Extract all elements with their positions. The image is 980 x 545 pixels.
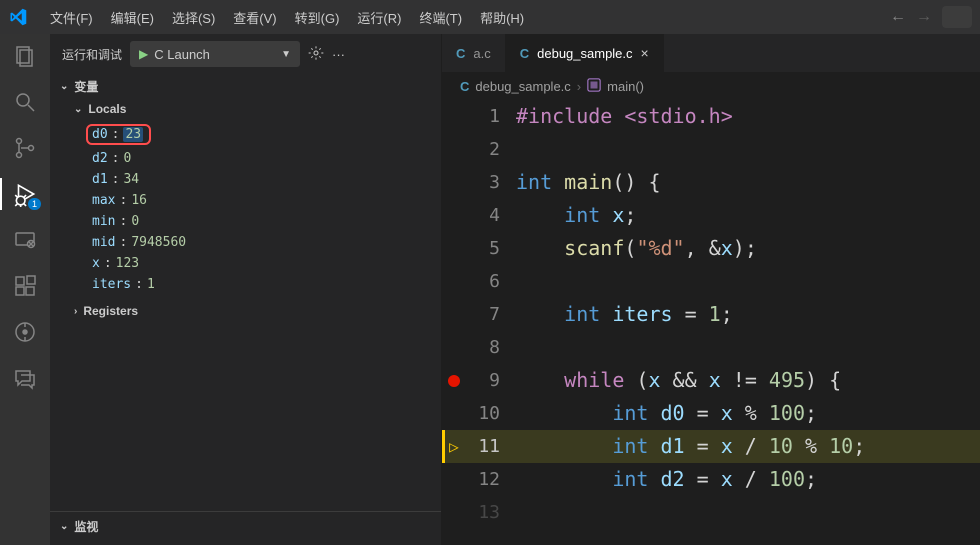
extensions-icon[interactable] bbox=[11, 272, 39, 300]
more-icon[interactable]: ··· bbox=[332, 47, 345, 62]
variables-label: 变量 bbox=[74, 78, 98, 95]
registers-label: Registers bbox=[83, 304, 138, 318]
variable-row[interactable]: max: 16 bbox=[50, 190, 441, 211]
menu-select[interactable]: 选择(S) bbox=[164, 4, 223, 31]
nav-back-icon[interactable]: ← bbox=[890, 8, 906, 26]
locals-list: d0: 23d2: 0d1: 34max: 16min: 0mid: 79485… bbox=[50, 119, 441, 301]
variables-section[interactable]: ⌄ 变量 bbox=[50, 74, 441, 99]
close-icon[interactable]: × bbox=[641, 45, 649, 61]
breadcrumb-file: debug_sample.c bbox=[475, 79, 570, 94]
variable-row[interactable]: iters: 1 bbox=[50, 274, 441, 295]
current-line-icon: ▷ bbox=[449, 430, 459, 463]
chevron-down-icon: ⌄ bbox=[74, 104, 82, 115]
variable-row[interactable]: d2: 0 bbox=[50, 148, 441, 169]
variable-row[interactable]: d0: 23 bbox=[50, 121, 441, 148]
locals-section[interactable]: ⌄ Locals bbox=[50, 99, 441, 119]
tab-label: debug_sample.c bbox=[537, 46, 632, 61]
breadcrumb[interactable]: C debug_sample.c › main() bbox=[442, 72, 980, 100]
menu-help[interactable]: 帮助(H) bbox=[472, 4, 532, 31]
menu-terminal[interactable]: 终端(T) bbox=[411, 4, 470, 31]
variable-row[interactable]: min: 0 bbox=[50, 211, 441, 232]
breadcrumb-func: main() bbox=[607, 79, 644, 94]
menu-run[interactable]: 运行(R) bbox=[349, 4, 409, 31]
menu-file[interactable]: 文件(F) bbox=[42, 4, 101, 31]
command-center-input[interactable] bbox=[942, 6, 972, 28]
gear-icon[interactable] bbox=[308, 45, 324, 64]
chevron-down-icon: ⌄ bbox=[60, 521, 68, 532]
remote-icon[interactable] bbox=[11, 226, 39, 254]
sidebar-title: 运行和调试 bbox=[62, 46, 122, 63]
chevron-down-icon: ⌄ bbox=[60, 81, 68, 92]
editor-area: C a.c C debug_sample.c × C debug_sample.… bbox=[442, 34, 980, 545]
launch-config-select[interactable]: ▶ C Launch ▼ bbox=[130, 41, 300, 67]
search-icon[interactable] bbox=[11, 88, 39, 116]
comments-icon[interactable] bbox=[11, 364, 39, 392]
c-file-icon: C bbox=[460, 79, 469, 94]
source-control-icon[interactable] bbox=[11, 134, 39, 162]
variable-row[interactable]: mid: 7948560 bbox=[50, 232, 441, 253]
menu-view[interactable]: 查看(V) bbox=[225, 4, 284, 31]
tab-debug-sample[interactable]: C debug_sample.c × bbox=[506, 34, 664, 72]
run-debug-icon[interactable]: 1 bbox=[11, 180, 39, 208]
menu-goto[interactable]: 转到(G) bbox=[287, 4, 348, 31]
tab-a-c[interactable]: C a.c bbox=[442, 34, 506, 72]
vscode-logo-icon bbox=[8, 8, 28, 26]
chevron-down-icon: ▼ bbox=[281, 49, 291, 60]
variable-row[interactable]: d1: 34 bbox=[50, 169, 441, 190]
function-icon bbox=[587, 78, 601, 95]
title-bar: 文件(F) 编辑(E) 选择(S) 查看(V) 转到(G) 运行(R) 终端(T… bbox=[0, 0, 980, 34]
menu-bar: 文件(F) 编辑(E) 选择(S) 查看(V) 转到(G) 运行(R) 终端(T… bbox=[42, 4, 532, 31]
activity-bar: 1 bbox=[0, 34, 50, 545]
registers-section[interactable]: › Registers bbox=[50, 301, 441, 321]
chevron-right-icon: › bbox=[74, 306, 77, 317]
nav-forward-icon[interactable]: → bbox=[916, 8, 932, 26]
debug-sidebar: 运行和调试 ▶ C Launch ▼ ··· ⌄ 变量 ⌄ Locals d0:… bbox=[50, 34, 442, 545]
c-file-icon: C bbox=[520, 46, 529, 61]
launch-config-label: C Launch bbox=[154, 47, 210, 62]
editor-tabs: C a.c C debug_sample.c × bbox=[442, 34, 980, 72]
chevron-right-icon: › bbox=[577, 79, 581, 94]
tab-label: a.c bbox=[473, 46, 490, 61]
watch-label: 监视 bbox=[74, 518, 98, 535]
gitlens-icon[interactable] bbox=[11, 318, 39, 346]
locals-label: Locals bbox=[88, 102, 126, 116]
watch-section[interactable]: ⌄ 监视 bbox=[50, 511, 441, 545]
menu-edit[interactable]: 编辑(E) bbox=[103, 4, 162, 31]
code-editor[interactable]: 1#include <stdio.h> 2 3int main() { 4 in… bbox=[442, 100, 980, 545]
breakpoint-icon[interactable] bbox=[448, 375, 460, 387]
debug-badge: 1 bbox=[28, 198, 41, 210]
play-icon: ▶ bbox=[139, 47, 148, 61]
explorer-icon[interactable] bbox=[11, 42, 39, 70]
variable-row[interactable]: x: 123 bbox=[50, 253, 441, 274]
c-file-icon: C bbox=[456, 46, 465, 61]
